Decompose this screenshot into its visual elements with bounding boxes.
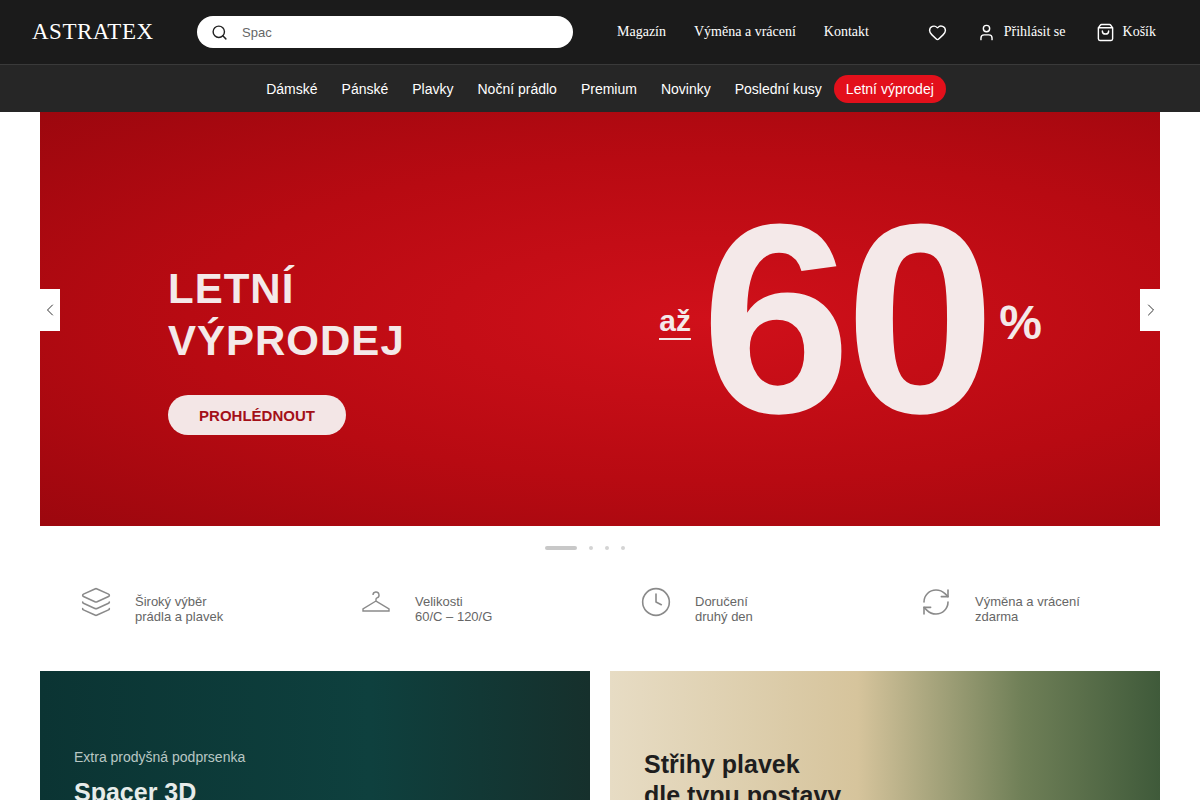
top-links: Magazín Výměna a vrácení Kontakt	[617, 24, 869, 40]
card-kicker: Extra prodyšná podprsenka	[74, 749, 556, 765]
prev-slide-button[interactable]	[39, 289, 60, 331]
hero-banner[interactable]: LETNÍVÝPRODEJ PROHLÉDNOUT až 60%	[40, 112, 1160, 526]
slide-dot[interactable]	[589, 546, 593, 550]
nav-item[interactable]: Poslední kusy	[723, 75, 834, 103]
feature-item: Doručenídruhý den	[600, 578, 880, 671]
feature-item: Výměna a vrácenízdarma	[880, 578, 1160, 671]
chevron-left-icon	[40, 300, 60, 320]
promo-card[interactable]: Extra prodyšná podprsenka Spacer 3D	[40, 671, 590, 800]
nav-item[interactable]: Dámské	[254, 75, 329, 103]
discount-prefix: až	[659, 304, 691, 340]
promo-cards: Extra prodyšná podprsenka Spacer 3D Střihy…	[0, 671, 1200, 800]
heart-icon	[928, 23, 947, 42]
hero-button[interactable]: PROHLÉDNOUT	[168, 395, 346, 435]
slide-dot[interactable]	[545, 546, 577, 550]
card-title: Spacer 3D	[74, 777, 556, 800]
logo[interactable]: ASTRATEX	[32, 19, 165, 45]
feature-text: Doručenídruhý den	[695, 586, 753, 624]
nav-item[interactable]: Letní výprodej	[834, 75, 946, 103]
wishlist-button[interactable]	[928, 23, 947, 42]
nav-item[interactable]: Pánské	[330, 75, 401, 103]
header-actions: Přihlásit se Košík	[928, 23, 1168, 42]
layers-icon	[80, 586, 112, 618]
top-link[interactable]: Kontakt	[824, 24, 869, 40]
promo-card[interactable]: Střihy plavekdle typu postavy	[610, 671, 1160, 800]
refresh-icon	[920, 586, 952, 618]
search-field[interactable]	[197, 16, 573, 48]
features: Široký výběrprádla a plavek Velikosti60/C…	[0, 570, 1200, 671]
feature-text: Široký výběrprádla a plavek	[135, 586, 223, 624]
search-input[interactable]	[240, 24, 559, 41]
feature-text: Velikosti60/C – 120/G	[415, 586, 492, 624]
top-link[interactable]: Magazín	[617, 24, 666, 40]
hero-title: LETNÍ	[168, 263, 405, 315]
discount-value: 60	[701, 184, 989, 454]
search-icon	[211, 24, 228, 41]
chevron-right-icon	[1141, 300, 1161, 320]
nav-item[interactable]: Novinky	[649, 75, 723, 103]
cart-button[interactable]: Košík	[1096, 23, 1156, 42]
nav-item[interactable]: Plavky	[400, 75, 465, 103]
category-nav: DámskéPánskéPlavkyNoční prádloPremiumNov…	[0, 65, 1200, 112]
hanger-icon	[360, 586, 392, 618]
next-slide-button[interactable]	[1140, 289, 1161, 331]
feature-text: Výměna a vrácenízdarma	[975, 586, 1080, 624]
clock-icon	[640, 586, 672, 618]
card-title: Střihy plavek	[644, 749, 1126, 780]
page: ASTRATEX Magazín Výměna a vrácení Kontakt Př…	[0, 0, 1200, 800]
login-button[interactable]: Přihlásit se	[977, 23, 1066, 42]
discount-suffix: %	[999, 295, 1042, 350]
hero-title: VÝPRODEJ	[168, 315, 405, 367]
top-link[interactable]: Výměna a vrácení	[694, 24, 796, 40]
card-title: dle typu postavy	[644, 780, 1126, 800]
nav-item[interactable]: Noční prádlo	[465, 75, 568, 103]
feature-item: Velikosti60/C – 120/G	[320, 578, 600, 671]
slide-dot[interactable]	[621, 546, 625, 550]
feature-item: Široký výběrprádla a plavek	[40, 578, 320, 671]
nav-item[interactable]: Premium	[569, 75, 649, 103]
slide-dots	[0, 526, 1200, 570]
hero-discount: až 60%	[659, 184, 1042, 454]
user-icon	[977, 23, 996, 42]
bag-icon	[1096, 23, 1115, 42]
slide-dot[interactable]	[605, 546, 609, 550]
hero-left: LETNÍVÝPRODEJ PROHLÉDNOUT	[168, 263, 405, 435]
top-bar: ASTRATEX Magazín Výměna a vrácení Kontakt Př…	[0, 0, 1200, 65]
